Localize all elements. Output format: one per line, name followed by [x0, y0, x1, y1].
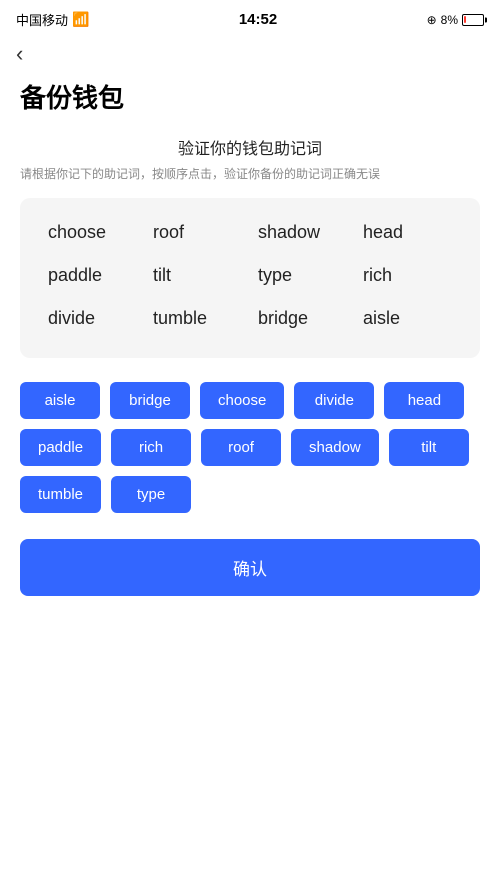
word-select-button[interactable]: roof — [201, 429, 281, 466]
battery-fill — [464, 16, 465, 23]
wifi-icon: 📶 — [72, 11, 89, 28]
section-header: 验证你的钱包助记词 — [0, 135, 500, 159]
word-select-button[interactable]: bridge — [110, 382, 190, 419]
word-display-slot: tilt — [145, 261, 250, 290]
back-arrow-icon: ‹ — [16, 41, 23, 66]
confirm-button[interactable]: 确认 — [20, 539, 480, 596]
confirm-btn-wrap: 确认 — [0, 529, 500, 616]
word-select-button[interactable]: aisle — [20, 382, 100, 419]
word-select-button[interactable]: type — [111, 476, 191, 513]
back-button[interactable]: ‹ — [0, 35, 500, 70]
word-display-area: chooseroofshadowhead paddletilttyperich di… — [20, 198, 480, 358]
word-select-button[interactable]: divide — [294, 382, 374, 419]
word-select-button[interactable]: shadow — [291, 429, 379, 466]
word-display-slot: divide — [40, 304, 145, 333]
word-buttons-area: aisle bridge choose divide head paddle richroo… — [0, 378, 500, 529]
word-select-button[interactable]: paddle — [20, 429, 101, 466]
word-display-slot: rich — [355, 261, 460, 290]
word-display-slot: tumble — [145, 304, 250, 333]
status-left: 中国移动 📶 — [16, 10, 89, 29]
word-display-slot: type — [250, 261, 355, 290]
word-display-slot: bridge — [250, 304, 355, 333]
section-desc: 请根据你记下的助记词，按顺序点击，验证你备份的助记词正确无误 — [0, 165, 500, 184]
word-display-slot: shadow — [250, 218, 355, 247]
time-label: 14:52 — [239, 11, 277, 28]
word-select-button[interactable]: tilt — [389, 429, 469, 466]
word-display-slot: roof — [145, 218, 250, 247]
word-select-button[interactable]: rich — [111, 429, 191, 466]
word-select-button[interactable]: head — [384, 382, 464, 419]
word-display-slot: aisle — [355, 304, 460, 333]
status-bar: 中国移动 📶 14:52 ⊕ 8% — [0, 0, 500, 35]
word-display-slot: head — [355, 218, 460, 247]
word-display-slot: paddle — [40, 261, 145, 290]
word-display-slot: choose — [40, 218, 145, 247]
section-title: 验证你的钱包助记词 — [0, 135, 500, 159]
word-display-grid: chooseroofshadowhead paddletilttyperich di… — [40, 218, 460, 333]
word-select-button[interactable]: choose — [200, 382, 284, 419]
carrier-label: 中国移动 — [16, 10, 68, 29]
page-title: 备份钱包 — [0, 70, 500, 135]
battery-container — [462, 14, 484, 26]
word-select-button[interactable]: tumble — [20, 476, 101, 513]
battery-percent: 8% — [441, 13, 458, 27]
battery-box — [462, 14, 484, 26]
battery-icon: ⊕ — [427, 13, 437, 27]
status-right: ⊕ 8% — [427, 13, 484, 27]
